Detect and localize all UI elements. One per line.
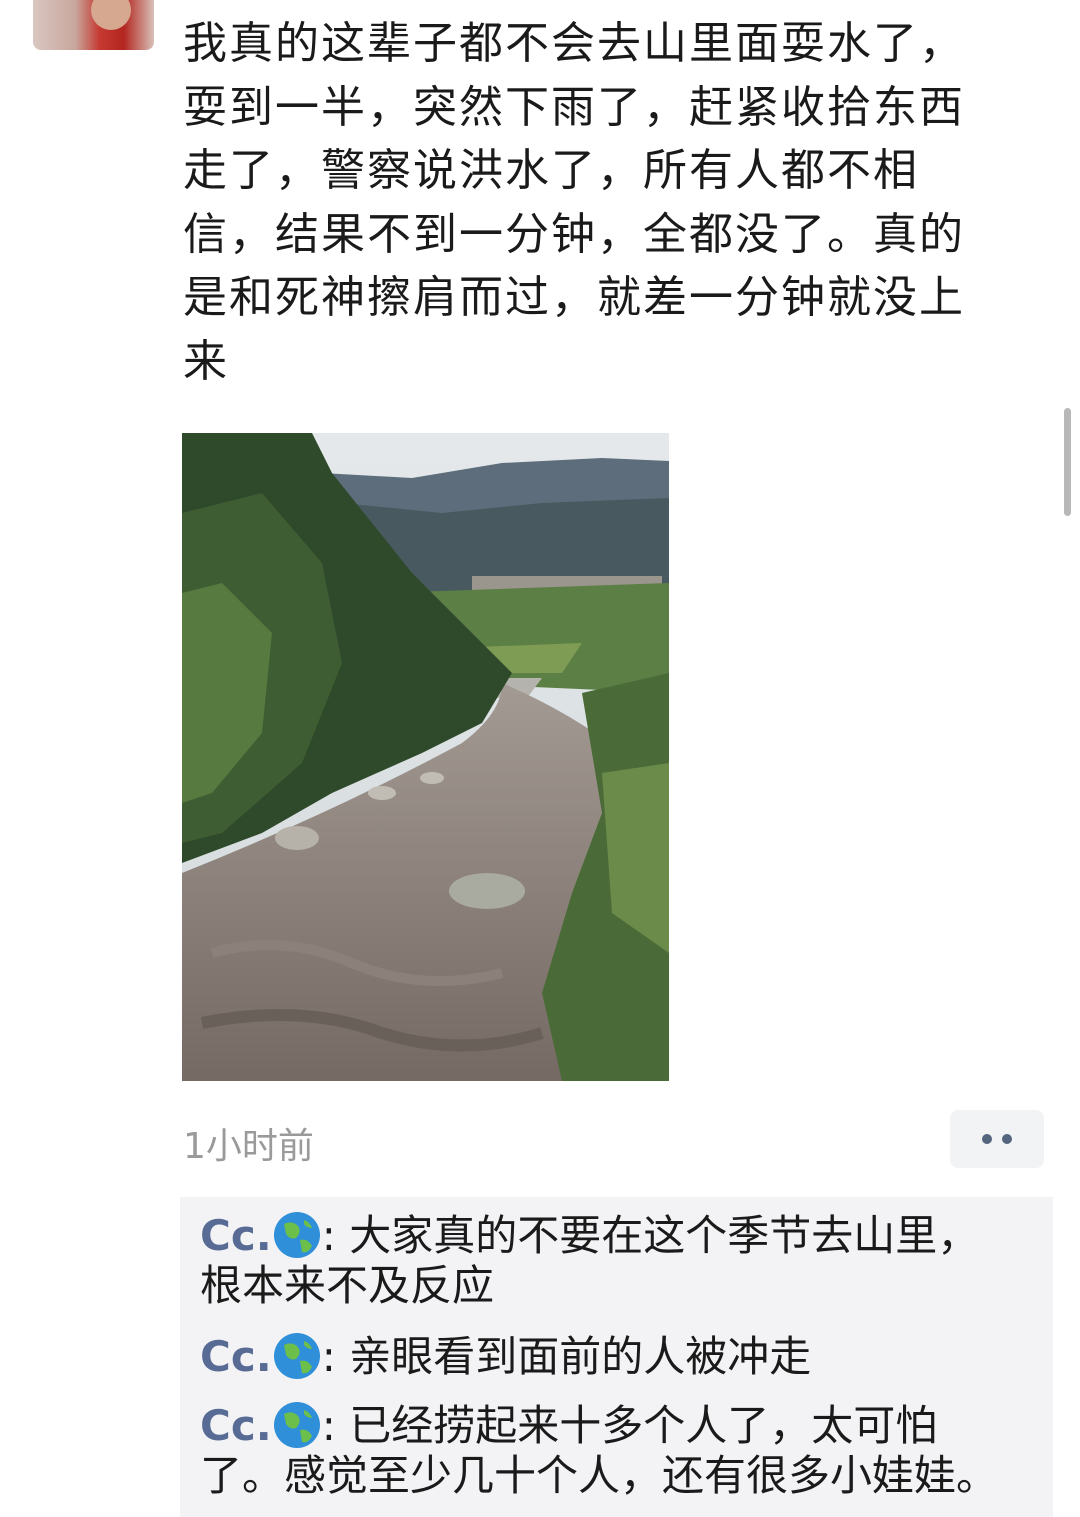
comment-item[interactable]: Cc.: 大家真的不要在这个季节去山里， 根本来不及反应: [200, 1210, 1040, 1311]
user-avatar[interactable]: [33, 0, 154, 50]
avatar-face: [91, 0, 131, 30]
comment-separator: :: [321, 1211, 350, 1260]
comment-author[interactable]: Cc.: [200, 1401, 272, 1450]
more-dots-icon: [982, 1134, 992, 1144]
comment-text: 亲眼看到面前的人被冲走: [349, 1332, 812, 1381]
post-timestamp: 1小时前: [183, 1126, 314, 1167]
comment-separator: :: [321, 1401, 350, 1450]
globe-emoji-icon: [273, 1212, 320, 1258]
comment-author[interactable]: Cc.: [200, 1332, 272, 1381]
comments-section: Cc.: 大家真的不要在这个季节去山里， 根本来不及反应 Cc.: 亲眼看到面前…: [180, 1197, 1053, 1517]
scrollbar[interactable]: [1064, 408, 1071, 516]
post-text: 我真的这辈子都不会去山里面耍水了， 耍到一半，突然下雨了，赶紧收拾东西 走了，警…: [183, 18, 965, 387]
comment-item[interactable]: Cc.: 已经捞起来十多个人了，太可怕 了。感觉至少几十个人，还有很多小娃娃。: [200, 1400, 1040, 1501]
flood-river-image: [182, 433, 669, 1081]
more-options-button[interactable]: [950, 1110, 1044, 1168]
globe-emoji-icon: [273, 1402, 320, 1448]
comment-separator: :: [321, 1332, 350, 1381]
globe-emoji-icon: [273, 1333, 320, 1379]
more-dots-icon: [1002, 1134, 1012, 1144]
post-photo[interactable]: [182, 433, 669, 1081]
comment-item[interactable]: Cc.: 亲眼看到面前的人被冲走: [200, 1331, 1040, 1382]
comment-author[interactable]: Cc.: [200, 1211, 272, 1260]
